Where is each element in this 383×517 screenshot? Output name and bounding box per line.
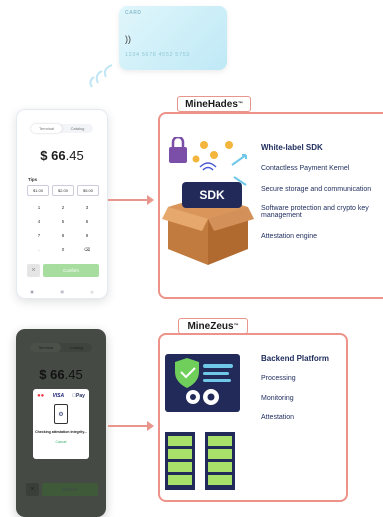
attestation-status: Checking attestation integrity... bbox=[35, 430, 87, 434]
key[interactable]: 6 bbox=[75, 219, 99, 224]
amount-display: $ 66.45 bbox=[39, 367, 83, 382]
tab-catalog[interactable]: Catalog bbox=[62, 124, 93, 133]
pos-phone-terminal: Terminal Catalog $ 66.45 Tips $1.00 $2.0… bbox=[16, 109, 108, 299]
cancel-link[interactable]: Cancel bbox=[33, 440, 89, 444]
arrow-line bbox=[108, 199, 148, 201]
confirm-button[interactable]: Confirm bbox=[43, 264, 99, 277]
clear-button[interactable]: × bbox=[26, 483, 39, 496]
nav-list-icon[interactable]: ▤ bbox=[60, 290, 63, 294]
key[interactable]: 7 bbox=[27, 233, 51, 238]
terminal-tabs[interactable]: Terminal Catalog bbox=[30, 343, 92, 352]
pos-phone-attestation: Terminal Catalog $ 66.45 ●● VISA Pay ⚙ … bbox=[16, 329, 106, 517]
phone-check-icon: ⚙ bbox=[54, 404, 68, 424]
minezeus-title: Backend Platform bbox=[261, 354, 330, 363]
minezeus-item: Monitoring bbox=[261, 395, 294, 402]
key[interactable]: 3 bbox=[75, 205, 99, 210]
terminal-tabs[interactable]: Terminal Catalog bbox=[31, 124, 93, 133]
minehades-item: Attestation engine bbox=[261, 233, 318, 240]
arrow-right-icon bbox=[147, 195, 154, 205]
key[interactable]: 4 bbox=[27, 219, 51, 224]
backend-illustration bbox=[165, 354, 240, 490]
attestation-modal: ●● VISA Pay ⚙ Checking attestation inte… bbox=[33, 389, 89, 459]
minehades-title: White-label SDK bbox=[261, 143, 323, 152]
minehades-item: Contactless Payment Kernel bbox=[261, 165, 350, 172]
confirm-button[interactable]: Confirm bbox=[42, 483, 98, 496]
minehades-item: Secure storage and communication bbox=[261, 186, 372, 193]
visa-logo: VISA bbox=[52, 393, 65, 399]
bottom-nav: ▣ ▤ ◎ bbox=[17, 290, 107, 294]
tip-button[interactable]: $2.00 bbox=[52, 185, 74, 196]
key[interactable]: 1 bbox=[27, 205, 51, 210]
nfc-chip-icon: )) bbox=[125, 34, 131, 44]
contactless-waves-icon bbox=[89, 64, 113, 88]
minezeus-item: Processing bbox=[261, 375, 296, 382]
apple-pay-logo: Pay bbox=[72, 393, 85, 399]
nav-settings-icon[interactable]: ◎ bbox=[91, 290, 94, 294]
amount-display: $ 66.45 bbox=[40, 148, 84, 163]
key[interactable]: 5 bbox=[51, 219, 75, 224]
minezeus-tag: MineZeus ™ bbox=[178, 318, 248, 334]
minehades-item: Software protection and crypto key manag… bbox=[261, 205, 369, 219]
arrow-line bbox=[108, 425, 148, 427]
payment-card: CARD )) 1234 5678 4552 5753 bbox=[119, 6, 227, 70]
tab-catalog[interactable]: Catalog bbox=[61, 343, 92, 352]
key[interactable]: 2 bbox=[51, 205, 75, 210]
clear-button[interactable]: × bbox=[27, 264, 40, 277]
tab-terminal[interactable]: Terminal bbox=[31, 124, 62, 133]
mastercard-icon: ●● bbox=[37, 393, 45, 399]
tip-button[interactable]: $5.00 bbox=[77, 185, 99, 196]
minehades-tag: MineHades ™ bbox=[177, 96, 251, 112]
tips-label: Tips bbox=[28, 177, 38, 182]
arrow-right-icon bbox=[147, 421, 154, 431]
nav-home-icon[interactable]: ▣ bbox=[30, 290, 33, 294]
sdk-label: SDK bbox=[182, 182, 242, 208]
tips-row: $1.00 $2.00 $5.00 bbox=[27, 185, 99, 196]
key[interactable]: . bbox=[27, 247, 51, 253]
key[interactable]: 8 bbox=[51, 233, 75, 238]
key[interactable]: ⌫ bbox=[75, 247, 99, 253]
tab-terminal[interactable]: Terminal bbox=[30, 343, 61, 352]
minezeus-item: Attestation bbox=[261, 414, 295, 421]
card-number: 1234 5678 4552 5753 bbox=[125, 52, 190, 58]
tip-button[interactable]: $1.00 bbox=[27, 185, 49, 196]
key[interactable]: 0 bbox=[51, 247, 75, 253]
key[interactable]: 9 bbox=[75, 233, 99, 238]
card-label: CARD bbox=[125, 10, 142, 16]
keypad: 123 456 789 . 0 ⌫ bbox=[27, 205, 99, 253]
